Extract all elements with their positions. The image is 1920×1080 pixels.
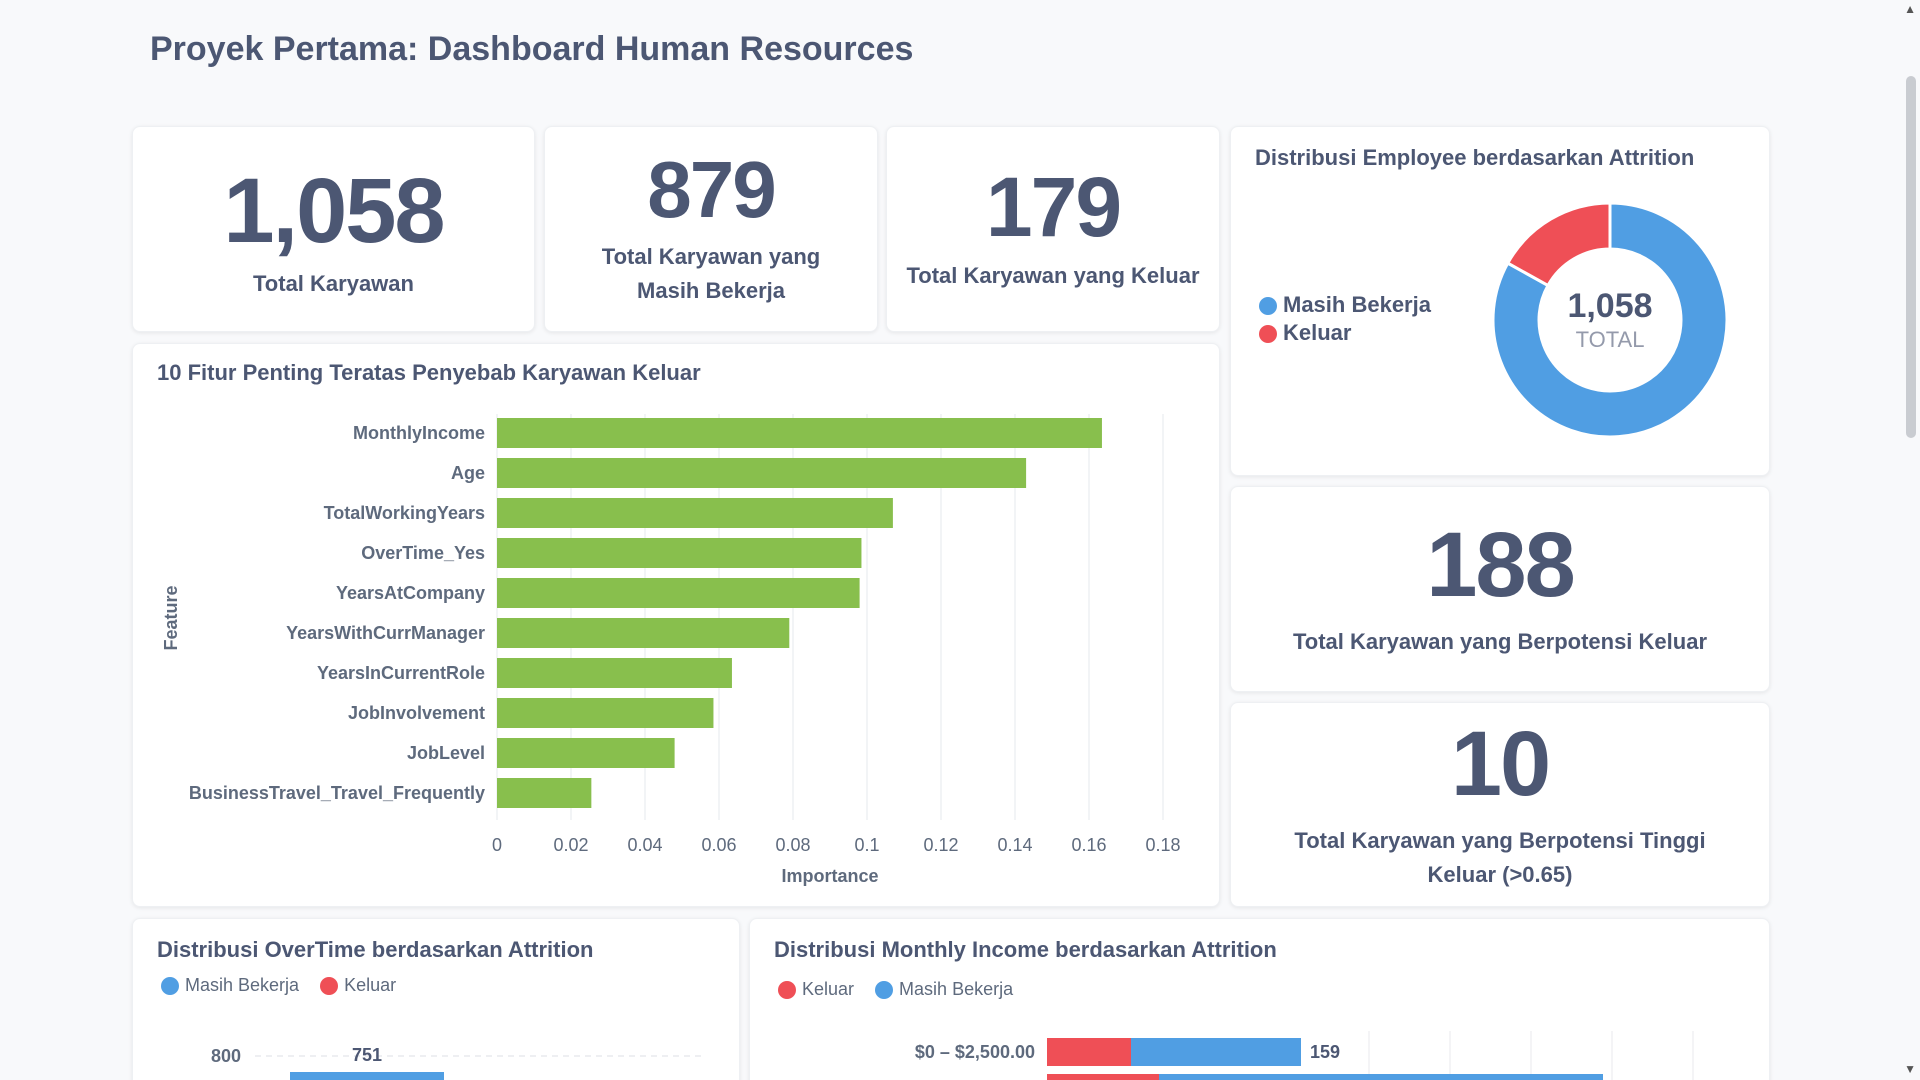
x-tick-label: 0.18	[1145, 835, 1180, 855]
y-axis-title: Feature	[161, 585, 181, 650]
scroll-up-arrow[interactable]: ▲	[1904, 2, 1916, 16]
income-bar-masih-bekerja-2[interactable]	[1159, 1074, 1603, 1080]
kpi-left-value: 179	[985, 160, 1122, 254]
feature-importance-chart: MonthlyIncome Age TotalWorkingYears OverTim…	[161, 414, 1181, 886]
feature-bar[interactable]	[497, 618, 790, 648]
kpi-total-card[interactable]: 1,058 Total Karyawan	[132, 126, 535, 332]
feature-bar[interactable]	[497, 418, 1102, 448]
legend-label-masih-bekerja: Masih Bekerja	[1283, 292, 1431, 317]
kpi-potential-card[interactable]: 188 Total Karyawan yang Berpotensi Kelua…	[1230, 486, 1770, 692]
kpi-active-label: Total Karyawan yang Masih Bekerja	[601, 244, 821, 303]
feature-bar[interactable]	[497, 538, 862, 568]
income-card[interactable]: Distribusi Monthly Income berdasarkan At…	[749, 918, 1770, 1080]
feature-bar[interactable]	[497, 498, 893, 528]
kpi-active-card[interactable]: 879 Total Karyawan yang Masih Bekerja	[544, 126, 878, 332]
income-bar-total: 159	[1310, 1042, 1340, 1062]
income-category-label: $0 – $2,500.00	[915, 1042, 1035, 1062]
income-bar-masih-bekerja[interactable]	[1131, 1038, 1301, 1066]
donut-center-label: TOTAL	[1576, 327, 1645, 352]
feature-importance-card[interactable]: 10 Fitur Penting Teratas Penyebab Karyaw…	[132, 343, 1220, 907]
kpi-total-label: Total Karyawan	[253, 271, 414, 296]
donut-card-title: Distribusi Employee berdasarkan Attritio…	[1255, 145, 1695, 170]
donut-center-value: 1,058	[1567, 287, 1652, 325]
legend-label-keluar: Keluar	[1283, 320, 1352, 345]
kpi-high-potential-label: Total Karyawan yang Berpotensi Tinggi Ke…	[1294, 827, 1706, 887]
feature-category-label: YearsInCurrentRole	[317, 663, 485, 683]
kpi-total-value: 1,058	[223, 160, 445, 262]
feature-bar[interactable]	[497, 698, 714, 728]
income-bar-keluar-2[interactable]	[1047, 1074, 1159, 1080]
feature-category-label: OverTime_Yes	[361, 543, 485, 563]
feature-category-label: Age	[451, 463, 485, 483]
feature-category-label: YearsWithCurrManager	[286, 623, 485, 643]
feature-category-label: TotalWorkingYears	[324, 503, 485, 523]
overtime-data-label: 751	[352, 1045, 382, 1065]
x-tick-label: 0	[492, 835, 502, 855]
feature-category-label: MonthlyIncome	[353, 423, 485, 443]
feature-bar[interactable]	[497, 458, 1027, 488]
donut-legend: Masih Bekerja Keluar	[1259, 291, 1431, 347]
feature-category-label: JobInvolvement	[348, 703, 485, 723]
x-tick-label: 0.12	[923, 835, 958, 855]
overtime-card[interactable]: Distribusi OverTime berdasarkan Attritio…	[132, 918, 740, 1080]
x-tick-label: 0.08	[775, 835, 810, 855]
overtime-chart: 800 751	[211, 1045, 703, 1080]
x-tick-label: 0.14	[997, 835, 1032, 855]
kpi-high-potential-value: 10	[1450, 712, 1551, 815]
feature-bar[interactable]	[497, 658, 732, 688]
legend-dot-red	[1259, 325, 1277, 344]
page-title: Proyek Pertama: Dashboard Human Resource…	[150, 30, 914, 68]
x-tick-label: 0.04	[627, 835, 662, 855]
x-tick-label: 0.1	[854, 835, 879, 855]
kpi-active-value: 879	[647, 145, 776, 234]
feature-category-label: BusinessTravel_Travel_Frequently	[189, 783, 485, 803]
legend-item-keluar[interactable]: Keluar	[1259, 319, 1431, 347]
feature-bar[interactable]	[497, 578, 860, 608]
donut-card[interactable]: Distribusi Employee berdasarkan Attritio…	[1230, 126, 1770, 476]
income-chart: $0 – $2,500.00 159	[915, 1031, 1694, 1080]
kpi-potential-label: Total Karyawan yang Berpotensi Keluar	[1292, 629, 1708, 654]
legend-dot-blue	[1259, 297, 1277, 316]
scroll-down-arrow[interactable]: ▼	[1904, 1062, 1916, 1076]
x-tick-label: 0.02	[553, 835, 588, 855]
feature-bar[interactable]	[497, 778, 592, 808]
x-tick-label: 0.16	[1071, 835, 1106, 855]
income-bar-keluar[interactable]	[1047, 1038, 1131, 1066]
kpi-potential-value: 188	[1426, 514, 1575, 616]
legend-item-masih-bekerja[interactable]: Masih Bekerja	[1259, 291, 1431, 319]
feature-category-label: YearsAtCompany	[336, 583, 485, 603]
page-scrollbar-thumb[interactable]	[1906, 76, 1916, 438]
overtime-bar-masih-bekerja[interactable]	[290, 1072, 444, 1080]
kpi-left-card[interactable]: 179 Total Karyawan yang Keluar	[886, 126, 1220, 332]
feature-category-label: JobLevel	[407, 743, 485, 763]
kpi-high-potential-card[interactable]: 10 Total Karyawan yang Berpotensi Tinggi…	[1230, 702, 1770, 907]
donut-slice-keluar[interactable]	[1505, 201, 1612, 288]
overtime-y-tick: 800	[211, 1046, 241, 1066]
x-axis-title: Importance	[781, 866, 878, 886]
x-tick-label: 0.06	[701, 835, 736, 855]
feature-bar[interactable]	[497, 738, 675, 768]
kpi-left-label: Total Karyawan yang Keluar	[906, 263, 1200, 288]
donut-chart: 1,058 TOTAL	[1491, 201, 1729, 439]
